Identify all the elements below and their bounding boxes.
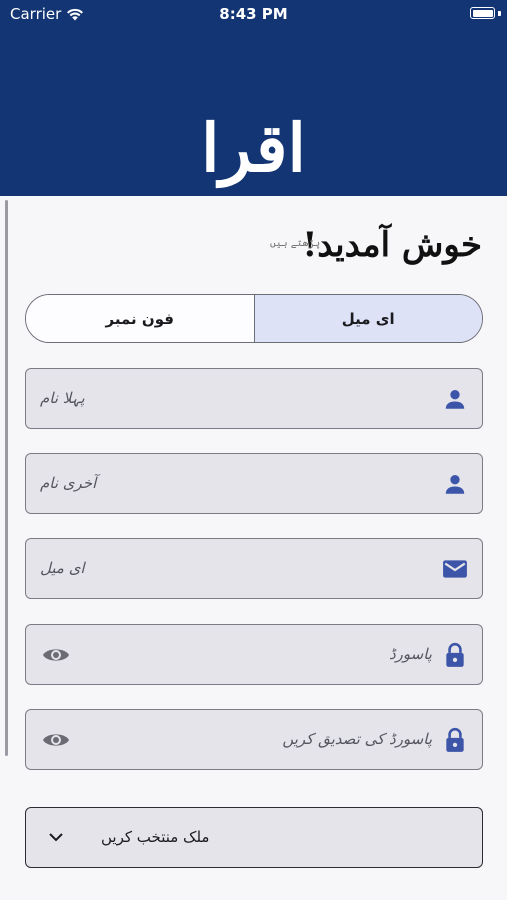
app-header: Carrier 8:43 PM اقرا — [0, 0, 507, 196]
confirm-password-field[interactable]: پاسورڈ کی تصدیق کریں — [25, 709, 483, 770]
status-bar: Carrier 8:43 PM — [0, 0, 507, 30]
person-icon — [445, 390, 465, 409]
tab-email[interactable]: ای میل — [254, 295, 482, 342]
envelope-icon — [443, 560, 467, 578]
eye-icon[interactable] — [42, 727, 70, 753]
signup-method-toggle: فون نمبر ای میل — [25, 294, 483, 343]
lock-icon — [446, 727, 464, 752]
email-field[interactable]: ای میل — [25, 538, 483, 599]
scroll-indicator[interactable] — [5, 200, 8, 756]
eye-icon[interactable] — [42, 642, 70, 668]
battery-icon — [470, 7, 495, 19]
confirm-password-placeholder: پاسورڈ کی تصدیق کریں — [282, 730, 432, 748]
person-icon — [445, 475, 465, 494]
last-name-placeholder: آخری نام — [40, 474, 97, 492]
country-select-label: ملک منتخب کریں — [101, 828, 210, 846]
last-name-field[interactable]: آخری نام — [25, 453, 483, 514]
battery-cap — [498, 11, 501, 16]
password-field[interactable]: پاسورڈ — [25, 624, 483, 685]
status-time: 8:43 PM — [219, 5, 288, 23]
welcome-tagline: پڑھتے ہیں — [270, 238, 321, 249]
first-name-field[interactable]: پہلا نام — [25, 368, 483, 429]
password-placeholder: پاسورڈ — [389, 645, 432, 663]
welcome-title: خوش آمدید! — [302, 225, 482, 265]
chevron-down-icon — [49, 833, 63, 842]
first-name-placeholder: پہلا نام — [40, 389, 85, 407]
tab-phone-number[interactable]: فون نمبر — [26, 295, 255, 342]
email-placeholder: ای میل — [40, 559, 85, 577]
lock-icon — [446, 642, 464, 667]
app-logo: اقرا — [201, 109, 306, 187]
country-select[interactable]: ملک منتخب کریں — [25, 807, 483, 868]
